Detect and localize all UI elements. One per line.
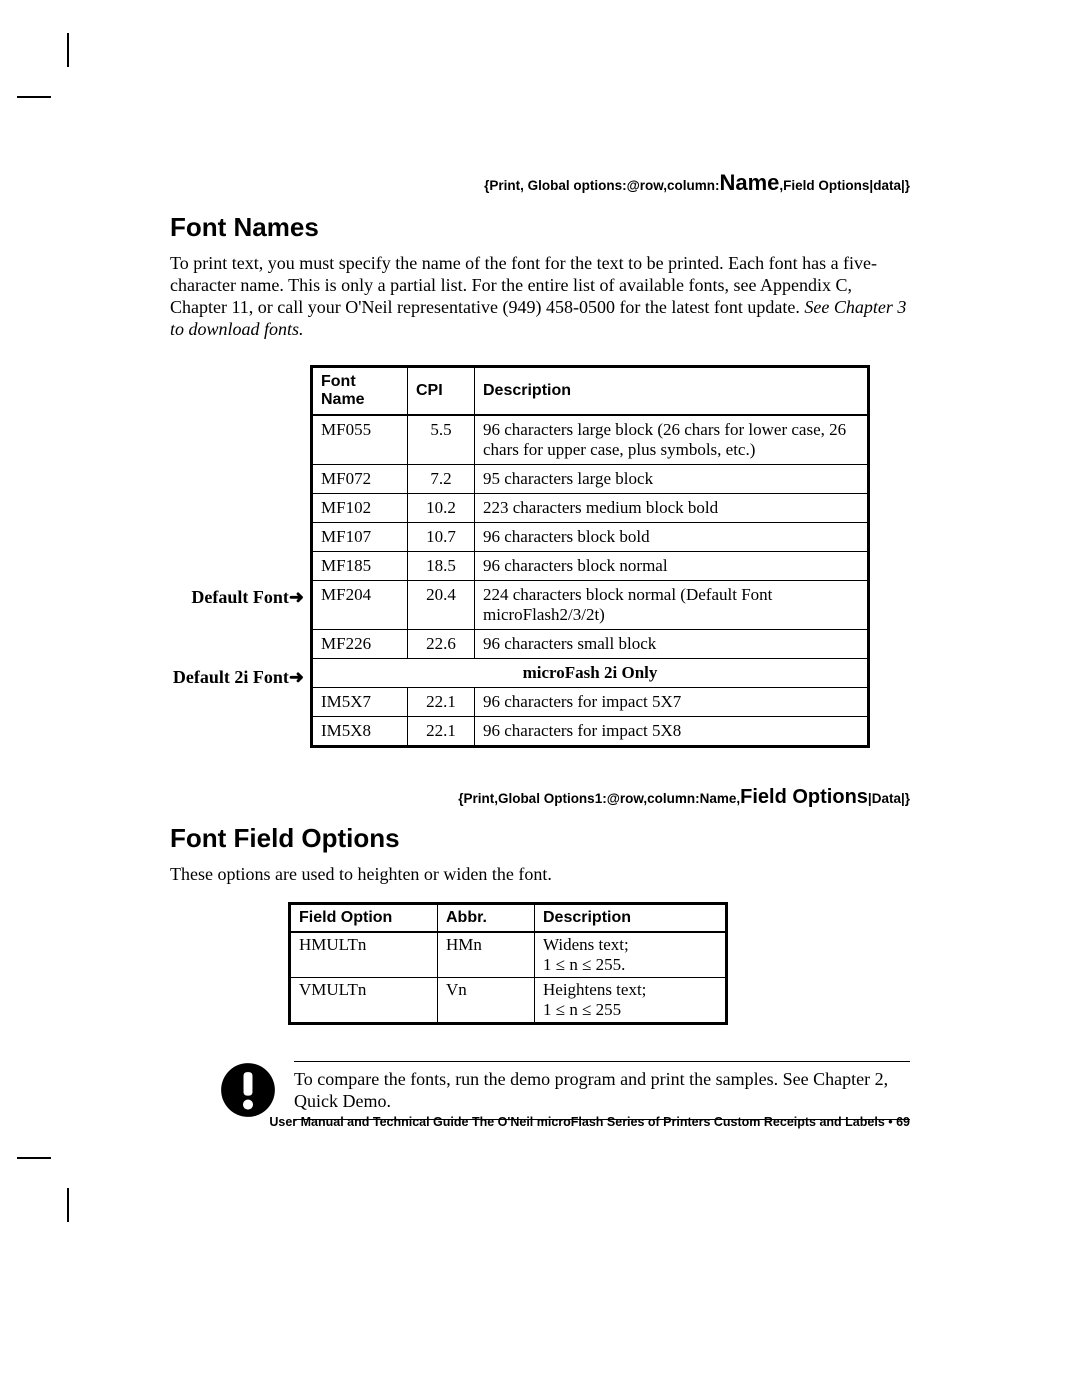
- section-title-font-names: Font Names: [170, 212, 910, 243]
- header-syntax-line: {Print, Global options:@row,column:Name,…: [170, 170, 910, 196]
- th-description: Description: [475, 366, 869, 415]
- warning-icon: [220, 1062, 276, 1118]
- font-table: Font Name CPI Description MF0555.596 cha…: [310, 365, 870, 748]
- th-cpi: CPI: [408, 366, 475, 415]
- table-row: MF0727.295 characters large block: [312, 464, 869, 493]
- th-field-option: Field Option: [290, 903, 438, 932]
- table-row: MF10710.796 characters block bold: [312, 522, 869, 551]
- section-title-field-options: Font Field Options: [170, 823, 910, 854]
- field-options-paragraph: These options are used to heighten or wi…: [170, 864, 910, 886]
- table-header-row: Font Name CPI Description: [312, 366, 869, 415]
- syntax-emph: Name: [720, 170, 780, 195]
- table-row: VMULTn Vn Heightens text; 1 ≤ n ≤ 255: [290, 977, 727, 1023]
- side-label-default-2i-font: Default 2i Font➜: [173, 667, 304, 688]
- table-row: MF22622.696 characters small block: [312, 629, 869, 658]
- mid-syntax-emph: Field Options: [740, 786, 868, 808]
- syntax-prefix: {Print, Global options:@row,column:: [484, 178, 719, 193]
- font-table-wrap: Default Font➜ Default 2i Font➜ Font Name…: [170, 365, 910, 748]
- font-names-paragraph: To print text, you must specify the name…: [170, 253, 910, 341]
- table-row: MF0555.596 characters large block (26 ch…: [312, 415, 869, 465]
- table-row: MF18518.596 characters block normal: [312, 551, 869, 580]
- table-row: IM5X722.196 characters for impact 5X7: [312, 687, 869, 716]
- table-row: HMULTn HMn Widens text; 1 ≤ n ≤ 255.: [290, 932, 727, 978]
- mid-syntax-suffix: |Data|}: [868, 791, 910, 806]
- th-font-name: Font Name: [312, 366, 408, 415]
- field-options-table: Field Option Abbr. Description HMULTn HM…: [288, 902, 728, 1025]
- note-block: To compare the fonts, run the demo progr…: [220, 1061, 910, 1120]
- table-row: IM5X822.196 characters for impact 5X8: [312, 716, 869, 746]
- para-plain: To print text, you must specify the name…: [170, 253, 877, 317]
- table-header-row: Field Option Abbr. Description: [290, 903, 727, 932]
- subheader-cell: microFash 2i Only: [312, 658, 869, 687]
- mid-syntax-prefix: {Print,Global Options1:@row,column:Name,: [458, 791, 740, 806]
- table-row: MF10210.2223 characters medium block bol…: [312, 493, 869, 522]
- note-text: To compare the fonts, run the demo progr…: [294, 1061, 910, 1120]
- syntax-suffix: ,Field Options|data|}: [779, 178, 910, 193]
- mid-syntax-line: {Print,Global Options1:@row,column:Name,…: [170, 786, 910, 809]
- table-row: MF20420.4224 characters block normal (De…: [312, 580, 869, 629]
- page-footer: User Manual and Technical Guide The O'Ne…: [170, 1115, 910, 1129]
- th-desc: Description: [535, 903, 727, 932]
- table-subheader-row: microFash 2i Only: [312, 658, 869, 687]
- th-abbr: Abbr.: [438, 903, 535, 932]
- side-label-default-font: Default Font➜: [191, 587, 304, 608]
